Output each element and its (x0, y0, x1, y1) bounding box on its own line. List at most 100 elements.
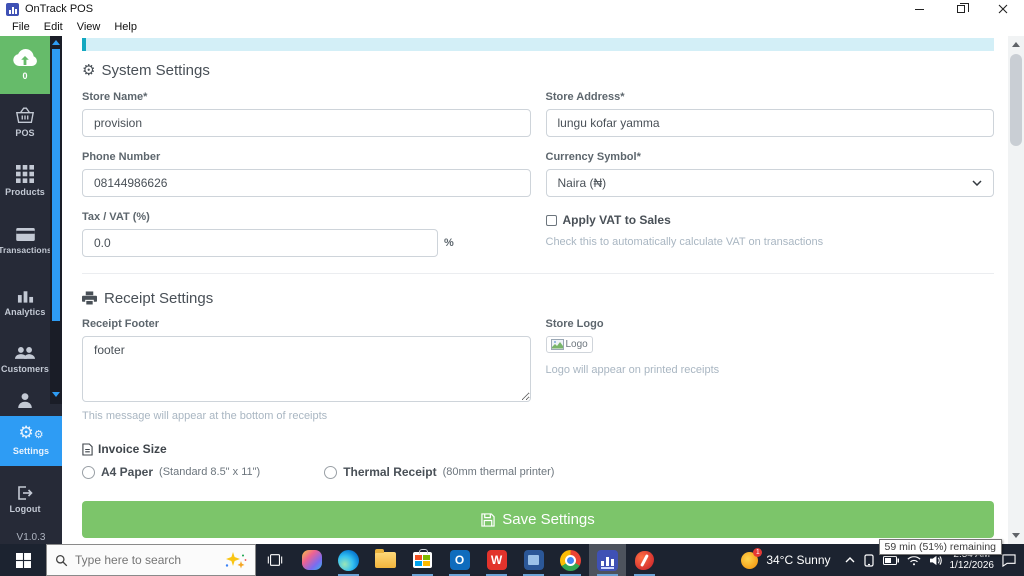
battery-icon[interactable] (882, 555, 899, 565)
sidebar-scrollbar[interactable] (50, 36, 62, 404)
volume-icon[interactable] (929, 555, 942, 566)
store-address-label: Store Address* (545, 91, 625, 103)
invoice-size-heading: Invoice Size (82, 442, 994, 456)
menu-edit[interactable]: Edit (37, 19, 70, 35)
app-logo-icon (6, 2, 19, 16)
floppy-icon (481, 512, 495, 527)
weather-icon[interactable]: 1 (741, 547, 763, 569)
taskbar-search[interactable] (46, 544, 256, 576)
printer-icon (82, 291, 97, 306)
scroll-up-icon[interactable] (1012, 42, 1020, 47)
weather-text[interactable]: 34°C Sunny (766, 553, 830, 567)
scroll-down-icon[interactable] (52, 392, 60, 397)
scroll-up-icon[interactable] (52, 40, 60, 45)
battery-tooltip: 59 min (51%) remaining (878, 539, 1002, 555)
close-icon (998, 4, 1008, 14)
percent-suffix: % (444, 237, 454, 249)
content-scrollbar[interactable] (1008, 36, 1024, 544)
receipt-settings-heading: Receipt Settings (82, 290, 994, 307)
outlook-icon: O (449, 550, 470, 570)
sidebar-item-customers[interactable]: Customers (0, 338, 50, 382)
clock-date: 1/12/2026 (949, 560, 995, 571)
sidebar-item-products[interactable]: Products (0, 158, 50, 204)
settings-page: ⚙ System Settings Store Name* Store Addr… (62, 36, 1008, 544)
sidebar-item-label: Products (5, 187, 45, 197)
store-name-label: Store Name* (82, 91, 148, 103)
store-name-input[interactable] (82, 109, 531, 137)
taskbar-app-store[interactable] (404, 544, 441, 576)
phone-input[interactable] (82, 169, 531, 197)
taskbar: O W 1 34°C Sunny 2:54 AM 1/12/2026 (0, 544, 1024, 576)
sidebar-item-label: Settings (12, 446, 50, 456)
chevron-down-icon (972, 180, 982, 186)
thermal-receipt-radio[interactable] (324, 465, 338, 479)
minimize-button[interactable] (898, 0, 940, 18)
receipt-footer-textarea[interactable]: footer (82, 336, 531, 402)
phone-label: Phone Number (82, 151, 161, 163)
system-settings-heading: ⚙ System Settings (82, 61, 210, 79)
sidebar-item-analytics[interactable]: Analytics (0, 280, 50, 326)
tax-input[interactable] (82, 229, 438, 257)
action-center-icon[interactable] (1002, 553, 1016, 567)
store-address-input[interactable] (545, 109, 994, 137)
taskbar-app-ontrack-pos[interactable] (589, 544, 626, 576)
a4-paper-option[interactable]: A4 Paper (Standard 8.5" x 11") (82, 465, 260, 479)
a4-paper-radio[interactable] (82, 465, 95, 479)
menu-view[interactable]: View (70, 19, 108, 35)
sidebar-item-transactions[interactable]: Transactions (0, 218, 52, 264)
bar-chart-icon (17, 291, 33, 303)
grid-icon (16, 165, 34, 183)
screen: OnTrack POS File Edit View Help 0 POS Pr… (0, 0, 1024, 576)
gear-icon: ⚙ (82, 61, 96, 79)
tray-expand-chevron-icon[interactable] (845, 557, 855, 563)
taskbar-app-copilot[interactable] (293, 544, 330, 576)
a4-paper-note: (Standard 8.5" x 11") (159, 466, 261, 478)
broken-image-icon (550, 339, 564, 350)
taskbar-app-outlook[interactable]: O (441, 544, 478, 576)
restore-button[interactable] (940, 0, 982, 18)
thermal-receipt-option[interactable]: Thermal Receipt (80mm thermal printer) (324, 465, 554, 479)
restore-icon (957, 3, 969, 13)
menu-bar: File Edit View Help (0, 18, 1024, 36)
a4-paper-label: A4 Paper (101, 465, 154, 479)
taskbar-app-explorer[interactable] (367, 544, 404, 576)
wifi-icon[interactable] (906, 555, 921, 566)
people-icon (15, 347, 35, 359)
window-titlebar: OnTrack POS (0, 0, 1024, 18)
start-button[interactable] (0, 544, 46, 576)
microsoft-store-icon (413, 549, 432, 568)
sidebar-item-sync[interactable]: 0 (0, 36, 50, 94)
scrollbar-thumb[interactable] (1010, 54, 1022, 146)
app-version: V1.0.3 (16, 531, 46, 543)
taskbar-app-wps[interactable]: W (478, 544, 515, 576)
sidebar-item-account[interactable] (0, 386, 50, 414)
taskbar-app-edge[interactable] (330, 544, 367, 576)
windows-logo-icon (15, 552, 31, 568)
copilot-icon (301, 550, 322, 570)
scroll-down-icon[interactable] (1012, 533, 1020, 538)
close-button[interactable] (982, 0, 1024, 18)
menu-help[interactable]: Help (107, 19, 144, 35)
info-alert (82, 38, 994, 51)
ontrack-pos-icon (597, 549, 618, 571)
wps-office-icon: W (486, 550, 507, 570)
apply-vat-checkbox[interactable] (545, 214, 557, 226)
menu-file[interactable]: File (5, 19, 37, 35)
task-view-button[interactable] (256, 544, 293, 576)
sidebar-item-label: Customers (1, 364, 49, 374)
taskbar-app-misc[interactable] (626, 544, 663, 576)
taskbar-app-widgets[interactable] (515, 544, 552, 576)
sidebar-item-logout[interactable]: Logout (0, 478, 50, 522)
vat-help-text: Check this to automatically calculate VA… (545, 236, 824, 248)
scrollbar-thumb[interactable] (52, 49, 60, 321)
save-settings-button[interactable]: Save Settings (82, 501, 994, 538)
store-logo-broken-image[interactable]: Logo (545, 336, 593, 353)
search-input[interactable] (75, 553, 214, 567)
sync-count: 0 (22, 71, 28, 81)
currency-select[interactable]: Naira (₦) (545, 169, 994, 197)
taskbar-app-chrome[interactable] (552, 544, 589, 576)
sidebar-item-pos[interactable]: POS (0, 100, 50, 144)
phone-link-icon[interactable] (863, 553, 875, 567)
store-logo-label: Store Logo (545, 318, 604, 330)
sidebar-item-settings[interactable]: ⚙⚙ Settings (0, 416, 62, 466)
